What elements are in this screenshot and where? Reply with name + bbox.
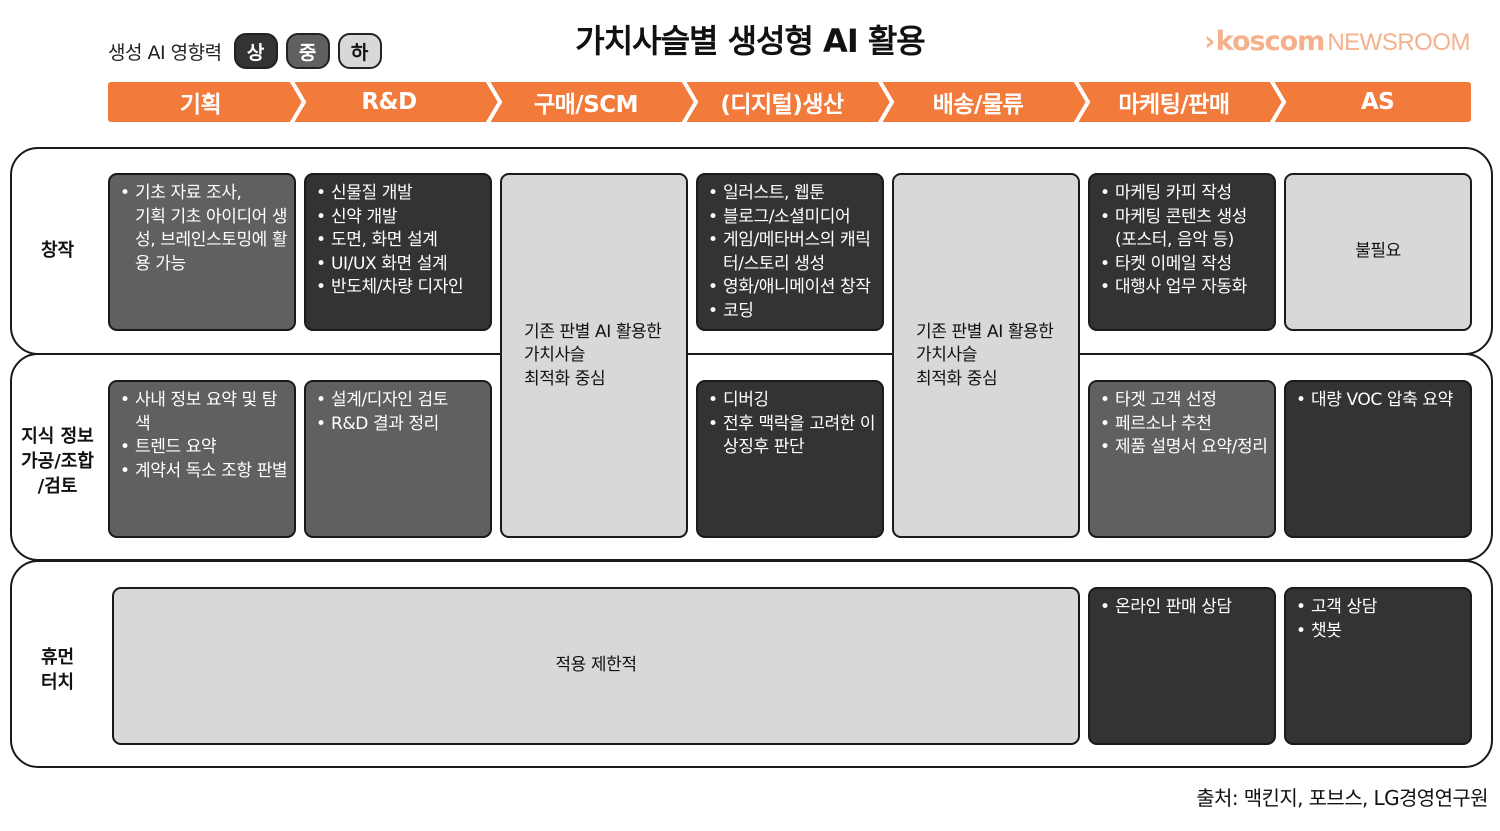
row-label-knowledge: 지식 정보 가공/조합 /검토	[21, 426, 94, 497]
cell-knowledge-production: 디버깅 전후 맥락을 고려한 이상징후 판단	[696, 380, 884, 538]
chevron-right-icon: ›	[1204, 26, 1215, 57]
list-item: 사내 정보 요약 및 탐색	[119, 389, 288, 436]
list-item: 계약서 독소 조항 판별	[119, 460, 288, 484]
list-item: 페르소나 추천	[1099, 413, 1268, 437]
list-item: 챗봇	[1295, 620, 1464, 644]
list-item: 반도체/차량 디자인	[315, 276, 484, 300]
list-item: 일러스트, 웹툰	[707, 182, 876, 206]
list-item: R&D 결과 정리	[315, 413, 484, 437]
cell-scm-merged: 기존 판별 AI 활용한 가치사슬 최적화 중심	[500, 173, 688, 538]
cell-creation-as: 불필요	[1284, 173, 1472, 331]
cell-human-touch-as: 고객 상담 챗봇	[1284, 587, 1472, 745]
stage-rnd: R&D	[361, 89, 417, 115]
list-item: 마케팅 콘텐츠 생성 (포스터, 음악 등)	[1099, 206, 1268, 253]
cell-human-touch-merged: 적용 제한적	[112, 587, 1080, 745]
list-item: 제품 설명서 요약/정리	[1099, 436, 1268, 460]
stage-planning: 기획	[179, 92, 222, 118]
list-item: 게임/메타버스의 캐릭터/스토리 생성	[707, 229, 876, 276]
stage-scm: 구매/SCM	[533, 92, 639, 118]
list-item: 설계/디자인 검토	[315, 389, 484, 413]
cell-logistics-merged: 기존 판별 AI 활용한 가치사슬 최적화 중심	[892, 173, 1080, 538]
list-item: 타켓 이메일 작성	[1099, 253, 1268, 277]
stage-marketing: 마케팅/판매	[1118, 92, 1230, 118]
list-item: 고객 상담	[1295, 596, 1464, 620]
cell-creation-production: 일러스트, 웹툰 블로그/소셜미디어 게임/메타버스의 캐릭터/스토리 생성 영…	[696, 173, 884, 331]
list-item: 전후 맥락을 고려한 이상징후 판단	[707, 413, 876, 460]
row-label-creation: 창작	[40, 240, 75, 261]
chevron-separator-icon	[877, 82, 895, 122]
cell-creation-marketing: 마케팅 카피 작성 마케팅 콘텐츠 생성 (포스터, 음악 등) 타켓 이메일 …	[1088, 173, 1276, 331]
list-item: 신물질 개발	[315, 182, 484, 206]
list-item: 디버깅	[707, 389, 876, 413]
list-item: 기초 자료 조사,기획 기초 아이디어 생성, 브레인스토밍에 활용 가능	[119, 182, 288, 276]
stage-as: AS	[1360, 89, 1395, 115]
cell-human-touch-marketing: 온라인 판매 상담	[1088, 587, 1276, 745]
chevron-separator-icon	[289, 82, 307, 122]
stage-logistics: 배송/물류	[932, 92, 1024, 118]
value-chain-stage-bar: 기획 R&D 구매/SCM (디지털)생산 배송/물류 마케팅/판매 AS	[108, 82, 1471, 122]
list-item: 마케팅 카피 작성	[1099, 182, 1268, 206]
brand-suffix: NEWSROOM	[1327, 29, 1470, 56]
chevron-separator-icon	[485, 82, 503, 122]
chevron-separator-icon	[681, 82, 699, 122]
list-item: 대량 VOC 압축 요약	[1295, 389, 1464, 413]
brand-logo: ›koscom NEWSROOM	[1204, 26, 1470, 57]
list-item: 도면, 화면 설계	[315, 229, 484, 253]
cell-knowledge-planning: 사내 정보 요약 및 탐색 트렌드 요약 계약서 독소 조항 판별	[108, 380, 296, 538]
list-item: 온라인 판매 상담	[1099, 596, 1268, 620]
brand-name: koscom	[1215, 26, 1326, 57]
list-item: 트렌드 요약	[119, 436, 288, 460]
cell-creation-planning: 기초 자료 조사,기획 기초 아이디어 생성, 브레인스토밍에 활용 가능	[108, 173, 296, 331]
row-label-human-touch: 휴먼 터치	[40, 647, 75, 693]
list-item: 신약 개발	[315, 206, 484, 230]
list-item: 영화/애니메이션 창작	[707, 276, 876, 300]
chevron-separator-icon	[1073, 82, 1091, 122]
list-item: 타겟 고객 선정	[1099, 389, 1268, 413]
cell-knowledge-as: 대량 VOC 압축 요약	[1284, 380, 1472, 538]
chevron-separator-icon	[1269, 82, 1287, 122]
cell-knowledge-rnd: 설계/디자인 검토 R&D 결과 정리	[304, 380, 492, 538]
cell-creation-rnd: 신물질 개발 신약 개발 도면, 화면 설계 UI/UX 화면 설계 반도체/차…	[304, 173, 492, 331]
list-item: 대행사 업무 자동화	[1099, 276, 1268, 300]
cell-knowledge-marketing: 타겟 고객 선정 페르소나 추천 제품 설명서 요약/정리	[1088, 380, 1276, 538]
list-item: 코딩	[707, 300, 876, 324]
list-item: UI/UX 화면 설계	[315, 253, 484, 277]
source-citation: 출처: 맥킨지, 포브스, LG경영연구원	[1196, 786, 1488, 810]
stage-production: (디지털)생산	[720, 92, 844, 118]
list-item: 블로그/소셜미디어	[707, 206, 876, 230]
